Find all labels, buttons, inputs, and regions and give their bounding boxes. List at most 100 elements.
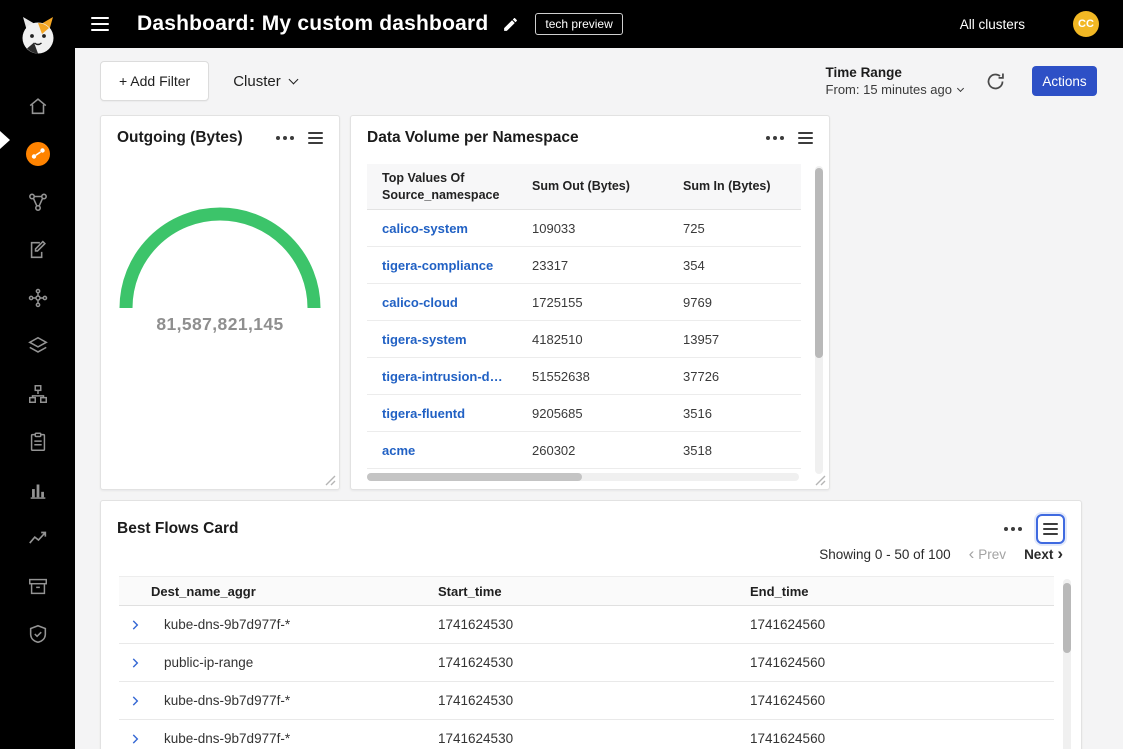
column-header: Dest_name_aggr: [151, 584, 438, 599]
vertical-scrollbar[interactable]: [815, 166, 823, 474]
user-avatar[interactable]: CC: [1073, 11, 1099, 37]
table-row: tigera-compliance 23317 354: [367, 247, 801, 284]
card-title: Best Flows Card: [117, 520, 1004, 538]
chevron-down-icon: [957, 85, 964, 92]
dest-name: kube-dns-9b7d977f-*: [151, 731, 438, 746]
sum-in-value: 354: [668, 258, 801, 273]
vertical-scrollbar[interactable]: [1063, 579, 1071, 749]
filter-bar-right: Time Range From: 15 minutes ago Actions: [826, 65, 1097, 97]
start-time: 1741624530: [438, 731, 750, 746]
chevron-left-icon: ‹: [969, 545, 975, 562]
end-time: 1741624560: [750, 731, 1054, 746]
sidebar-item-reports[interactable]: [0, 418, 75, 466]
trend-line-icon: [27, 527, 49, 549]
end-time: 1741624560: [750, 617, 1054, 632]
time-range-control[interactable]: Time Range From: 15 minutes ago: [826, 65, 963, 97]
menu-icon[interactable]: [91, 14, 117, 34]
column-header: Start_time: [438, 584, 750, 599]
prev-page-button[interactable]: ‹ Prev: [969, 547, 1006, 562]
app-window: Dashboard: My custom dashboard tech prev…: [0, 0, 1123, 749]
table-row: tigera-fluentd 9205685 3516: [367, 395, 801, 432]
sidebar-item-activity[interactable]: [0, 514, 75, 562]
pencil-icon: [502, 16, 519, 33]
dest-name: kube-dns-9b7d977f-*: [151, 617, 438, 632]
table-header: Dest_name_aggr Start_time End_time: [119, 576, 1054, 606]
sidebar-item-security[interactable]: [0, 610, 75, 658]
calico-cat-icon: [16, 14, 60, 58]
gauge-chart: [112, 202, 328, 322]
shield-icon: [27, 623, 49, 645]
drag-handle-icon[interactable]: [308, 129, 323, 147]
expand-row-chevron-icon[interactable]: [119, 694, 151, 708]
expand-row-chevron-icon[interactable]: [119, 656, 151, 670]
cluster-dropdown[interactable]: Cluster: [233, 73, 297, 90]
actions-button[interactable]: Actions: [1032, 66, 1097, 96]
card-title: Outgoing (Bytes): [117, 129, 276, 147]
sum-out-value: 109033: [517, 221, 668, 236]
sidebar-item-policies[interactable]: [0, 226, 75, 274]
sidebar-item-network-nodes[interactable]: [0, 178, 75, 226]
pagination: Showing 0 - 50 of 100 ‹ Prev Next ›: [101, 547, 1063, 562]
dest-name: kube-dns-9b7d977f-*: [151, 693, 438, 708]
sum-out-value: 4182510: [517, 332, 668, 347]
namespace-link[interactable]: acme: [367, 443, 517, 458]
resize-handle[interactable]: [815, 475, 826, 486]
table-row: kube-dns-9b7d977f-* 1741624530 174162456…: [119, 720, 1054, 749]
sidebar-item-endpoints[interactable]: [0, 274, 75, 322]
namespace-link[interactable]: calico-cloud: [367, 295, 517, 310]
sidebar-item-tiers[interactable]: [0, 322, 75, 370]
sum-out-value: 260302: [517, 443, 668, 458]
policies-icon: [27, 239, 49, 261]
sidebar-item-home[interactable]: [0, 82, 75, 130]
scrollbar-thumb[interactable]: [815, 168, 823, 358]
sidebar-item-storage[interactable]: [0, 562, 75, 610]
card-menu-icon[interactable]: [276, 136, 294, 140]
table-row: calico-cloud 1725155 9769: [367, 284, 801, 321]
all-clusters-selector[interactable]: All clusters: [960, 17, 1025, 32]
card-menu-icon[interactable]: [1004, 527, 1022, 531]
drag-handle-icon[interactable]: [798, 129, 813, 147]
page-title: Dashboard: My custom dashboard: [137, 12, 488, 36]
add-filter-button[interactable]: + Add Filter: [100, 61, 209, 101]
namespace-link[interactable]: tigera-fluentd: [367, 406, 517, 421]
column-header: End_time: [750, 584, 1054, 599]
sidebar-item-metrics[interactable]: [0, 466, 75, 514]
expand-row-chevron-icon[interactable]: [119, 618, 151, 632]
home-icon: [27, 95, 49, 117]
refresh-icon[interactable]: [985, 71, 1006, 92]
reports-icon: [27, 431, 49, 453]
scrollbar-thumb[interactable]: [1063, 583, 1071, 653]
namespace-link[interactable]: tigera-intrusion-d…: [367, 369, 517, 384]
next-page-button[interactable]: Next ›: [1024, 547, 1063, 562]
table-row: acme 260302 3518: [367, 432, 801, 469]
start-time: 1741624530: [438, 655, 750, 670]
expand-row-chevron-icon[interactable]: [119, 732, 151, 746]
chevron-down-icon: [288, 74, 298, 84]
table-row: kube-dns-9b7d977f-* 1741624530 174162456…: [119, 682, 1054, 720]
sum-in-value: 9769: [668, 295, 801, 310]
sum-in-value: 725: [668, 221, 801, 236]
namespace-link[interactable]: tigera-compliance: [367, 258, 517, 273]
table-row: calico-system 109033 725: [367, 210, 801, 247]
table-row: tigera-intrusion-d… 51552638 37726: [367, 358, 801, 395]
card-menu-icon[interactable]: [766, 136, 784, 140]
edit-dashboard-icon[interactable]: [502, 16, 519, 33]
sidebar-nav: [0, 0, 75, 749]
column-header: Sum In (Bytes): [668, 172, 801, 200]
namespace-link[interactable]: tigera-system: [367, 332, 517, 347]
drag-handle-icon[interactable]: [1043, 523, 1058, 535]
sidebar-item-service-graph[interactable]: [0, 130, 75, 178]
chevron-right-icon: ›: [1057, 545, 1063, 562]
resize-handle[interactable]: [325, 475, 336, 486]
namespace-link[interactable]: calico-system: [367, 221, 517, 236]
sum-in-value: 3516: [668, 406, 801, 421]
best-flows-card: Best Flows Card Showing 0 - 50 of 100 ‹ …: [100, 500, 1082, 749]
scrollbar-thumb[interactable]: [367, 473, 582, 481]
bar-chart-icon: [27, 479, 49, 501]
sidebar-item-clusters[interactable]: [0, 370, 75, 418]
calico-logo[interactable]: [16, 14, 60, 58]
horizontal-scrollbar[interactable]: [367, 473, 799, 481]
table-header: Top Values Of Source_namespace Sum Out (…: [367, 164, 801, 210]
clusters-icon: [27, 383, 49, 405]
gauge-value: 81,587,821,145: [101, 314, 339, 335]
